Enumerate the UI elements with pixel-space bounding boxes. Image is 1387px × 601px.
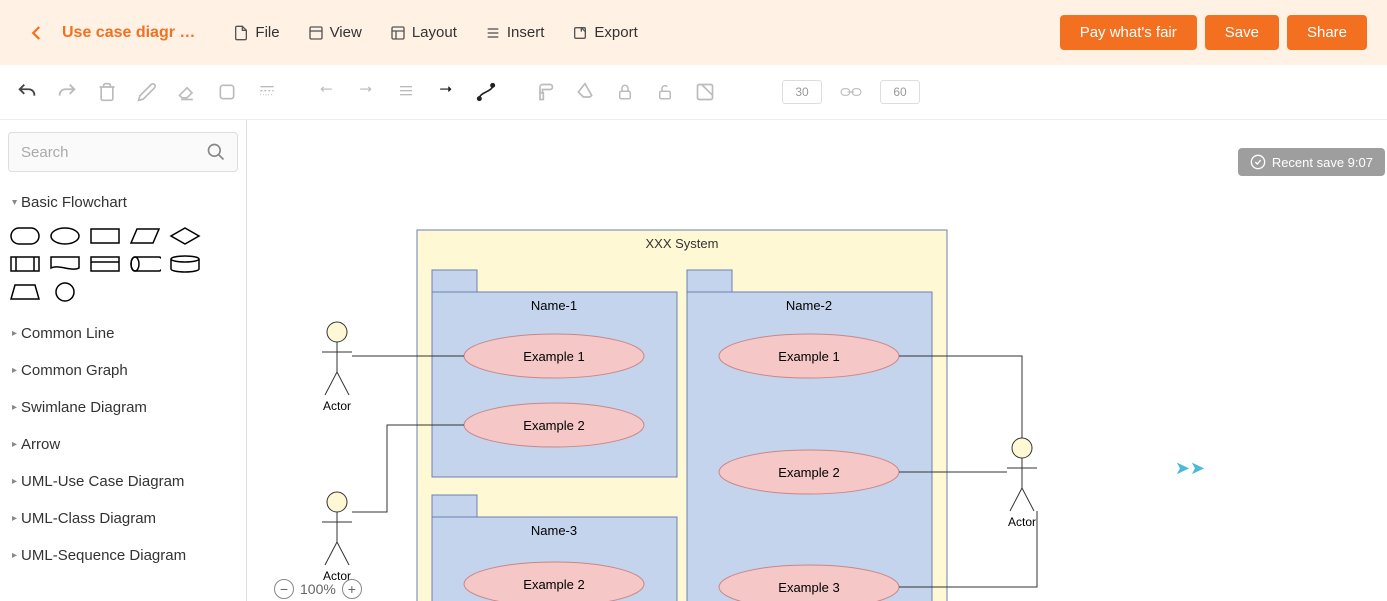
connector-arrow-tool[interactable]	[435, 81, 457, 103]
package2-title[interactable]: Name-2	[786, 298, 832, 313]
shape-ellipse[interactable]	[48, 225, 82, 247]
category-uml-usecase[interactable]: UML-Use Case Diagram	[0, 463, 246, 500]
shape-data[interactable]	[128, 253, 162, 275]
pay-button[interactable]: Pay what's fair	[1060, 15, 1197, 50]
menu-layout[interactable]: Layout	[380, 18, 467, 47]
export-icon	[572, 25, 588, 41]
back-button[interactable]	[20, 17, 54, 49]
shape-document[interactable]	[48, 253, 82, 275]
shape-cylinder[interactable]	[168, 253, 202, 275]
menu-file[interactable]: File	[223, 18, 289, 47]
arrow-left-tool[interactable]	[315, 81, 337, 103]
shape-diamond[interactable]	[168, 225, 202, 247]
menu-export[interactable]: Export	[562, 18, 647, 47]
svg-text:Example 2: Example 2	[523, 418, 584, 433]
clear-tool[interactable]	[574, 81, 596, 103]
shape-card[interactable]	[88, 253, 122, 275]
shape-subprocess[interactable]	[8, 253, 42, 275]
category-common-graph[interactable]: Common Graph	[0, 352, 246, 389]
lock-button[interactable]	[614, 81, 636, 103]
svg-text:Actor: Actor	[1008, 515, 1036, 529]
svg-text:Example 2: Example 2	[778, 465, 839, 480]
shape-rect[interactable]	[88, 225, 122, 247]
package2-tab[interactable]	[687, 270, 732, 292]
width-input[interactable]	[782, 80, 822, 104]
arrow-right-tool[interactable]	[355, 81, 377, 103]
package1-body[interactable]	[432, 292, 677, 477]
zoom-in-button[interactable]: +	[342, 579, 362, 599]
menu-view[interactable]: View	[298, 18, 372, 47]
search-icon	[206, 142, 226, 167]
save-status-badge: Recent save 9:07	[1238, 148, 1385, 176]
shape-circle[interactable]	[48, 281, 82, 303]
category-common-line[interactable]: Common Line	[0, 315, 246, 352]
zoom-out-button[interactable]: −	[274, 579, 294, 599]
fullscreen-button[interactable]	[694, 81, 716, 103]
category-uml-class[interactable]: UML-Class Diagram	[0, 500, 246, 537]
unlock-button[interactable]	[654, 81, 676, 103]
link-icon[interactable]	[840, 81, 862, 103]
layout-icon	[390, 25, 406, 41]
category-arrow[interactable]: Arrow	[0, 426, 246, 463]
shape-parallelogram[interactable]	[128, 225, 162, 247]
svg-text:Example 2: Example 2	[523, 577, 584, 592]
actor-3[interactable]: Actor	[1007, 438, 1037, 529]
category-uml-sequence[interactable]: UML-Sequence Diagram	[0, 537, 246, 574]
svg-text:Example 3: Example 3	[778, 580, 839, 595]
top-menu-bar: Use case diagr … File View Layout Insert…	[0, 0, 1387, 65]
svg-text:Example 1: Example 1	[523, 349, 584, 364]
document-title[interactable]: Use case diagr …	[62, 24, 195, 42]
undo-button[interactable]	[16, 81, 38, 103]
paint-tool[interactable]	[534, 81, 556, 103]
diagram-canvas[interactable]: XXX System Name-1 Name-2 Name-3 Example …	[247, 120, 1387, 601]
edit-button[interactable]	[136, 81, 158, 103]
shapes-palette	[0, 221, 246, 315]
system-title[interactable]: XXX System	[646, 236, 719, 251]
package3-tab[interactable]	[432, 495, 477, 517]
share-button[interactable]: Share	[1287, 15, 1367, 50]
category-basic-flowchart[interactable]: Basic Flowchart	[0, 184, 246, 221]
toolbar	[0, 65, 1387, 120]
height-input[interactable]	[880, 80, 920, 104]
line-style-tool[interactable]	[256, 81, 278, 103]
eraser-tool[interactable]	[176, 81, 198, 103]
curve-tool[interactable]	[475, 81, 497, 103]
package3-title[interactable]: Name-3	[531, 523, 577, 538]
canvas-area[interactable]: XXX System Name-1 Name-2 Name-3 Example …	[247, 120, 1387, 601]
shape-tool[interactable]	[216, 81, 238, 103]
shapes-sidebar: Basic Flowchart Common Line Common Graph…	[0, 120, 247, 601]
category-swimlane[interactable]: Swimlane Diagram	[0, 389, 246, 426]
menu-insert[interactable]: Insert	[475, 18, 555, 47]
package1-tab[interactable]	[432, 270, 477, 292]
delete-button[interactable]	[96, 81, 118, 103]
redo-button[interactable]	[56, 81, 78, 103]
package1-title[interactable]: Name-1	[531, 298, 577, 313]
insert-icon	[485, 25, 501, 41]
shape-trapezoid[interactable]	[8, 281, 42, 303]
search-input[interactable]	[8, 132, 238, 172]
align-tool[interactable]	[395, 81, 417, 103]
canvas-next-icon[interactable]: ➤➤	[1175, 458, 1205, 479]
svg-text:Example 1: Example 1	[778, 349, 839, 364]
shape-rounded-rect[interactable]	[8, 225, 42, 247]
zoom-level: 100%	[300, 581, 336, 597]
check-circle-icon	[1250, 154, 1266, 170]
view-icon	[308, 25, 324, 41]
svg-text:Actor: Actor	[323, 399, 351, 413]
actor-1[interactable]: Actor	[322, 322, 352, 413]
file-icon	[233, 25, 249, 41]
save-button[interactable]: Save	[1205, 15, 1279, 50]
zoom-control: − 100% +	[274, 579, 362, 599]
actor-2[interactable]: Actor	[322, 492, 352, 583]
